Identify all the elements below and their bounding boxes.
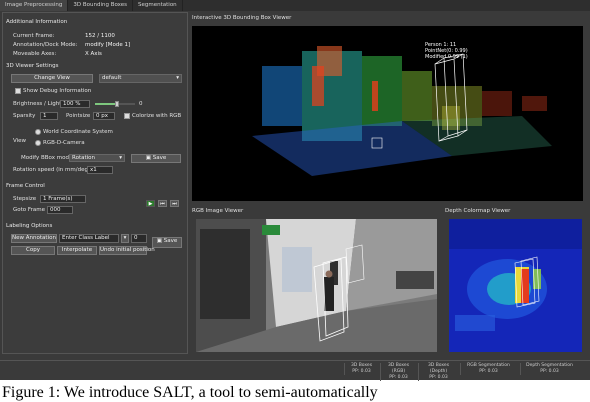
stepsize-spin[interactable]: 1 Frame(s) — [40, 195, 86, 203]
change-view-button[interactable]: Change View — [11, 74, 93, 83]
brightness-slider-fill — [95, 103, 117, 105]
section-labeling-options-title: Labeling Options — [6, 223, 53, 229]
pointcloud-annotation-line3: Modified 0.99 (1) — [425, 54, 468, 60]
sparsity-spin[interactable]: 1 — [40, 112, 58, 120]
annotation-mode-value: modify [Mode 1] — [85, 42, 131, 48]
tab-segmentation[interactable]: Segmentation — [133, 0, 183, 11]
goto-frame-input[interactable]: 000 — [47, 206, 73, 214]
view-select[interactable]: default ▾ — [99, 74, 182, 83]
undo-initial-position-button[interactable]: Undo initial position — [99, 246, 155, 255]
status-3d-boxes: 3D Boxes PP: 0.03 — [344, 363, 378, 375]
status-depth-segmentation: Depth Segmentation PP: 0.03 — [520, 363, 578, 375]
rotation-speed-label: Rotation speed (in mm/deg): — [13, 167, 92, 173]
depth-viewer-title: Depth Colormap Viewer — [445, 208, 511, 214]
rgbd-camera-label: RGB-D-Camera — [43, 140, 85, 146]
rgb-image-viewer[interactable] — [196, 219, 437, 352]
sparsity-label: Sparsity — [13, 113, 36, 119]
status-3d-boxes-rgb: 3D Boxes (RGB) PP: 0.03 — [380, 363, 416, 381]
copy-button[interactable]: Copy — [11, 246, 55, 255]
modify-bbox-label: Modify BBox mode — [21, 155, 73, 161]
class-count-spin[interactable]: 0 — [131, 234, 147, 243]
status-3d-boxes-depth: 3D Boxes (Depth) PP: 0.03 — [418, 363, 458, 381]
view-select-value: default — [102, 75, 122, 81]
modify-bbox-value: Rotation — [72, 155, 96, 161]
salt-app-window: Image Preprocessing 3D Bounding Boxes Se… — [0, 0, 590, 381]
labeling-save-button[interactable]: ▣ Save — [152, 237, 182, 248]
section-3d-viewer-settings-title: 3D Viewer Settings — [6, 63, 59, 69]
class-label-input[interactable]: Enter Class Label — [59, 234, 119, 243]
chevron-down-icon: ▾ — [176, 75, 179, 81]
colorize-rgb-label: Colorize with RGB — [132, 113, 182, 119]
pointcloud-viewer[interactable]: Person 1: 11 PointNet(0: 0.99) Modified … — [192, 26, 583, 201]
brightness-max-label: 0 — [139, 101, 143, 107]
rotation-speed-spin[interactable]: x1 — [87, 166, 113, 174]
rgb-image — [196, 219, 437, 352]
status-bar: 3D Boxes PP: 0.03 3D Boxes (RGB) PP: 0.0… — [0, 360, 590, 381]
view-label: View — [13, 138, 27, 144]
chevron-down-icon: ▾ — [123, 235, 127, 241]
brightness-spin[interactable]: 100 % — [60, 100, 90, 108]
figure-caption: Figure 1: We introduce SALT, a tool to s… — [2, 384, 378, 401]
moveable-axes-label: Moveable Axes: — [13, 51, 57, 57]
next-frame-button[interactable]: ⏭ — [170, 200, 179, 207]
current-frame-value: 152 / 1100 — [85, 33, 115, 39]
tab-3d-bounding-boxes[interactable]: 3D Bounding Boxes — [68, 0, 134, 11]
show-debug-label: Show Debug Information — [23, 88, 92, 94]
section-additional-info-title: Additional Information — [6, 19, 68, 25]
pointcloud-points — [252, 46, 552, 176]
brightness-label: Brightness / Light — [13, 101, 62, 107]
pointsize-spin[interactable]: 0 px — [93, 112, 115, 120]
annotation-mode-label: Annotation/Dock Mode: — [13, 42, 78, 48]
tab-bar: Image Preprocessing 3D Bounding Boxes Se… — [0, 0, 590, 11]
goto-frame-label: Goto Frame — [13, 207, 46, 213]
depth-colormap-viewer[interactable] — [449, 219, 582, 352]
pointsize-label: Pointsize — [66, 113, 91, 119]
section-frame-control-title: Frame Control — [6, 183, 45, 189]
rgb-viewer-title: RGB Image Viewer — [192, 208, 244, 214]
rgbd-camera-radio[interactable] — [35, 140, 41, 146]
viewer-save-label: Save — [152, 155, 167, 161]
pointcloud-render: Person 1: 11 PointNet(0: 0.99) Modified … — [252, 42, 552, 176]
modify-bbox-select[interactable]: Rotation ▾ — [69, 154, 125, 162]
colorize-rgb-checkbox[interactable] — [124, 113, 130, 119]
show-debug-checkbox[interactable] — [15, 88, 21, 94]
control-panel: Additional Information Current Frame: 15… — [2, 12, 188, 354]
stepsize-label: Stepsize — [13, 196, 37, 202]
save-icon: ▣ — [145, 155, 151, 161]
save-icon: ▣ — [156, 238, 162, 244]
world-coord-radio[interactable] — [35, 129, 41, 135]
labeling-save-label: Save — [163, 238, 178, 244]
moveable-axes-value: X Axis — [85, 51, 102, 57]
brightness-slider-handle[interactable] — [115, 101, 119, 107]
interpolate-button[interactable]: Interpolate — [57, 246, 97, 255]
chevron-down-icon: ▾ — [119, 155, 122, 161]
previous-frame-button[interactable]: ⏮ — [158, 200, 167, 207]
viewer-save-button[interactable]: ▣ Save — [131, 154, 181, 163]
world-coord-label: World Coordinate System — [43, 129, 113, 135]
class-dropdown-button[interactable]: ▾ — [121, 234, 129, 243]
tab-image-preprocessing[interactable]: Image Preprocessing — [0, 0, 69, 11]
status-rgb-segmentation: RGB Segmentation PP: 0.03 — [460, 363, 516, 375]
new-annotation-button[interactable]: New Annotation — [11, 234, 57, 243]
play-button[interactable]: ▶ — [146, 200, 155, 207]
pointcloud-viewer-title: Interactive 3D Bounding Box Viewer — [192, 15, 292, 21]
current-frame-label: Current Frame: — [13, 33, 55, 39]
depth-image — [449, 219, 582, 352]
